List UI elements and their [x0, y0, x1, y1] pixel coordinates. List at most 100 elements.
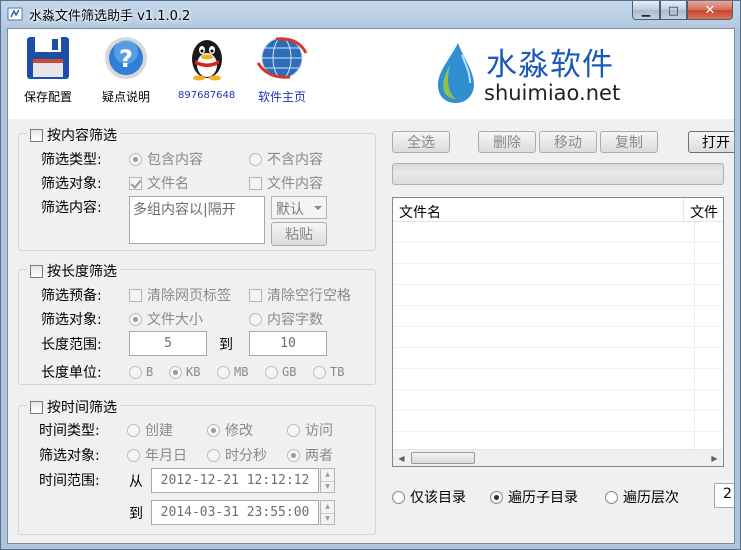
time-from-label: 从	[129, 474, 143, 490]
radio-indicator	[287, 423, 300, 437]
open-button[interactable]: 打开	[688, 131, 734, 153]
checkbox-indicator	[249, 176, 262, 190]
delete-button[interactable]: 删除	[478, 131, 536, 153]
time-accessed-radio[interactable]: 访问	[287, 420, 333, 440]
unit-tb-radio[interactable]: TB	[313, 365, 344, 379]
time-date-radio[interactable]: 年月日	[127, 445, 187, 465]
spin-down-icon[interactable]: ▼	[321, 512, 334, 525]
save-config-button[interactable]: 保存配置	[24, 35, 72, 105]
time-created-radio[interactable]: 创建	[127, 420, 173, 440]
file-list-rows	[393, 222, 723, 450]
title-bar[interactable]: 水淼文件筛选助手 v1.1.0.2 ▁ □ ✕	[1, 1, 740, 27]
radio-indicator	[129, 312, 142, 326]
length-unit-label: 长度单位:	[41, 365, 102, 381]
time-to-spinner[interactable]: ▲ ▼	[320, 500, 335, 525]
close-button[interactable]: ✕	[687, 1, 733, 20]
copy-button[interactable]: 复制	[600, 131, 658, 153]
content-filter-title: 按内容筛选	[47, 128, 117, 144]
strip-tags-checkbox[interactable]: 清除网页标签	[129, 285, 231, 305]
radio-label: 遍历子目录	[508, 490, 578, 506]
radio-indicator	[249, 312, 262, 326]
file-list[interactable]: 文件名 文件 ◀ ▶	[392, 197, 724, 467]
recurse-levels-radio[interactable]: 遍历层次	[605, 487, 679, 507]
spin-up-icon[interactable]: ▲	[321, 469, 334, 481]
time-type-label: 时间类型:	[39, 423, 100, 439]
recurse-level-input[interactable]: 2	[714, 483, 734, 508]
brand-url: shuimiao.net	[484, 81, 621, 105]
spin-up-icon[interactable]: ▲	[321, 501, 334, 513]
radio-indicator	[129, 365, 142, 379]
content-filter-checkbox[interactable]	[30, 128, 43, 142]
move-button[interactable]: 移动	[539, 131, 597, 153]
homepage-label: 软件主页	[257, 90, 306, 104]
time-to-input[interactable]: 2014-03-31 23:55:00	[151, 500, 319, 525]
spin-down-icon[interactable]: ▼	[321, 480, 334, 493]
time-from-spinner[interactable]: ▲ ▼	[320, 468, 335, 493]
strip-blank-checkbox[interactable]: 清除空行空格	[249, 285, 351, 305]
radio-label: KB	[186, 365, 201, 379]
content-type-include-radio[interactable]: 包含内容	[129, 149, 203, 169]
radio-indicator	[490, 490, 503, 504]
horizontal-scrollbar[interactable]: ◀ ▶	[393, 449, 723, 466]
maximize-button[interactable]: □	[660, 1, 687, 20]
filter-content-textarea[interactable]: 多组内容以|隔开	[129, 196, 265, 244]
time-both-radio[interactable]: 两者	[287, 445, 333, 465]
column-divider	[694, 222, 695, 450]
time-modified-radio[interactable]: 修改	[207, 420, 253, 440]
radio-label: B	[146, 365, 154, 379]
radio-label: 创建	[145, 423, 173, 439]
chevron-down-icon	[314, 206, 322, 210]
default-select-value: 默认	[276, 202, 304, 218]
unit-kb-radio[interactable]: KB	[169, 365, 200, 379]
app-icon	[7, 7, 23, 21]
content-object-label: 筛选对象:	[41, 176, 102, 192]
svg-text:?: ?	[119, 45, 133, 73]
unit-mb-radio[interactable]: MB	[217, 365, 248, 379]
object-chars-radio[interactable]: 内容字数	[249, 309, 323, 329]
recurse-subdirs-radio[interactable]: 遍历子目录	[490, 487, 578, 507]
time-from-input[interactable]: 2012-12-21 12:12:12	[151, 468, 319, 493]
scroll-thumb[interactable]	[411, 452, 475, 464]
radio-label: 遍历层次	[623, 490, 679, 506]
paste-button[interactable]: 粘贴	[271, 222, 327, 246]
unit-gb-radio[interactable]: GB	[265, 365, 296, 379]
radio-label: 两者	[305, 448, 333, 464]
radio-label: TB	[330, 365, 345, 379]
qq-button[interactable]: 897687648	[178, 35, 235, 101]
radio-indicator	[265, 365, 278, 379]
time-range-label: 时间范围:	[39, 473, 100, 489]
column-filename[interactable]: 文件名	[393, 198, 685, 222]
radio-indicator	[127, 423, 140, 437]
time-filter-checkbox[interactable]	[30, 400, 43, 414]
scroll-left-icon[interactable]: ◀	[393, 450, 410, 466]
only-this-dir-radio[interactable]: 仅该目录	[392, 487, 466, 507]
minimize-button[interactable]: ▁	[632, 1, 660, 20]
floppy-disk-icon	[27, 37, 69, 79]
scroll-right-icon[interactable]: ▶	[706, 450, 723, 466]
select-all-button[interactable]: 全选	[392, 131, 450, 153]
checkbox-indicator	[129, 288, 142, 302]
object-filename-checkbox[interactable]: 文件名	[129, 173, 189, 193]
time-filter-toggle[interactable]: 按时间筛选	[27, 397, 120, 417]
content-filter-toggle[interactable]: 按内容筛选	[27, 125, 120, 145]
unit-b-radio[interactable]: B	[129, 365, 153, 379]
radio-label: 文件大小	[147, 312, 203, 328]
content-type-exclude-radio[interactable]: 不含内容	[249, 149, 323, 169]
length-filter-checkbox[interactable]	[30, 264, 43, 278]
content-filter-group: 按内容筛选 筛选类型: 包含内容 不含内容 筛选对象: 文件名 文件内容 筛选内…	[18, 125, 376, 251]
length-to-input[interactable]: 10	[249, 331, 327, 356]
radio-label: 修改	[225, 423, 253, 439]
default-select[interactable]: 默认	[271, 196, 327, 219]
radio-label: 内容字数	[267, 312, 323, 328]
length-filter-toggle[interactable]: 按长度筛选	[27, 261, 120, 281]
length-object-label: 筛选对象:	[41, 312, 102, 328]
object-filecontent-checkbox[interactable]: 文件内容	[249, 173, 323, 193]
column-file-extra[interactable]: 文件	[684, 198, 723, 222]
help-button[interactable]: ? 疑点说明	[102, 35, 150, 105]
homepage-button[interactable]: 软件主页	[254, 35, 310, 105]
time-clock-radio[interactable]: 时分秒	[207, 445, 267, 465]
length-to-label: 到	[219, 337, 233, 353]
radio-label: 时分秒	[225, 448, 267, 464]
length-from-input[interactable]: 5	[129, 331, 207, 356]
object-size-radio[interactable]: 文件大小	[129, 309, 203, 329]
